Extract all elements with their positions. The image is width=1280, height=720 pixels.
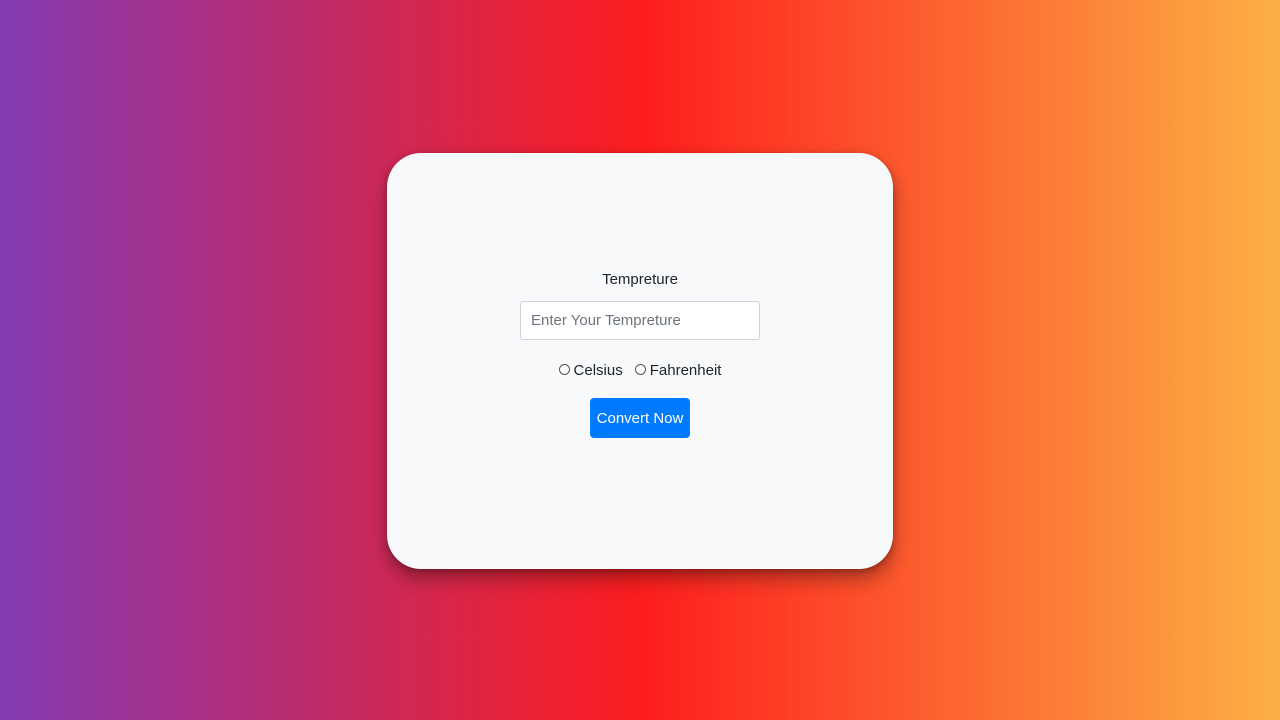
unit-radio-group: Celsius Fahrenheit (558, 360, 722, 380)
convert-now-button[interactable]: Convert Now (590, 398, 690, 438)
converter-card: Tempreture Celsius Fahrenheit Convert No… (387, 153, 893, 569)
fahrenheit-label: Fahrenheit (649, 361, 722, 379)
radio-option-celsius[interactable]: Celsius (558, 361, 623, 379)
celsius-radio[interactable] (558, 363, 570, 375)
radio-option-fahrenheit[interactable]: Fahrenheit (634, 361, 722, 379)
converter-form: Tempreture Celsius Fahrenheit Convert No… (387, 270, 893, 438)
temperature-label: Tempreture (602, 271, 678, 288)
fahrenheit-radio[interactable] (634, 363, 646, 375)
temperature-input[interactable] (520, 301, 760, 340)
celsius-label: Celsius (573, 361, 623, 379)
